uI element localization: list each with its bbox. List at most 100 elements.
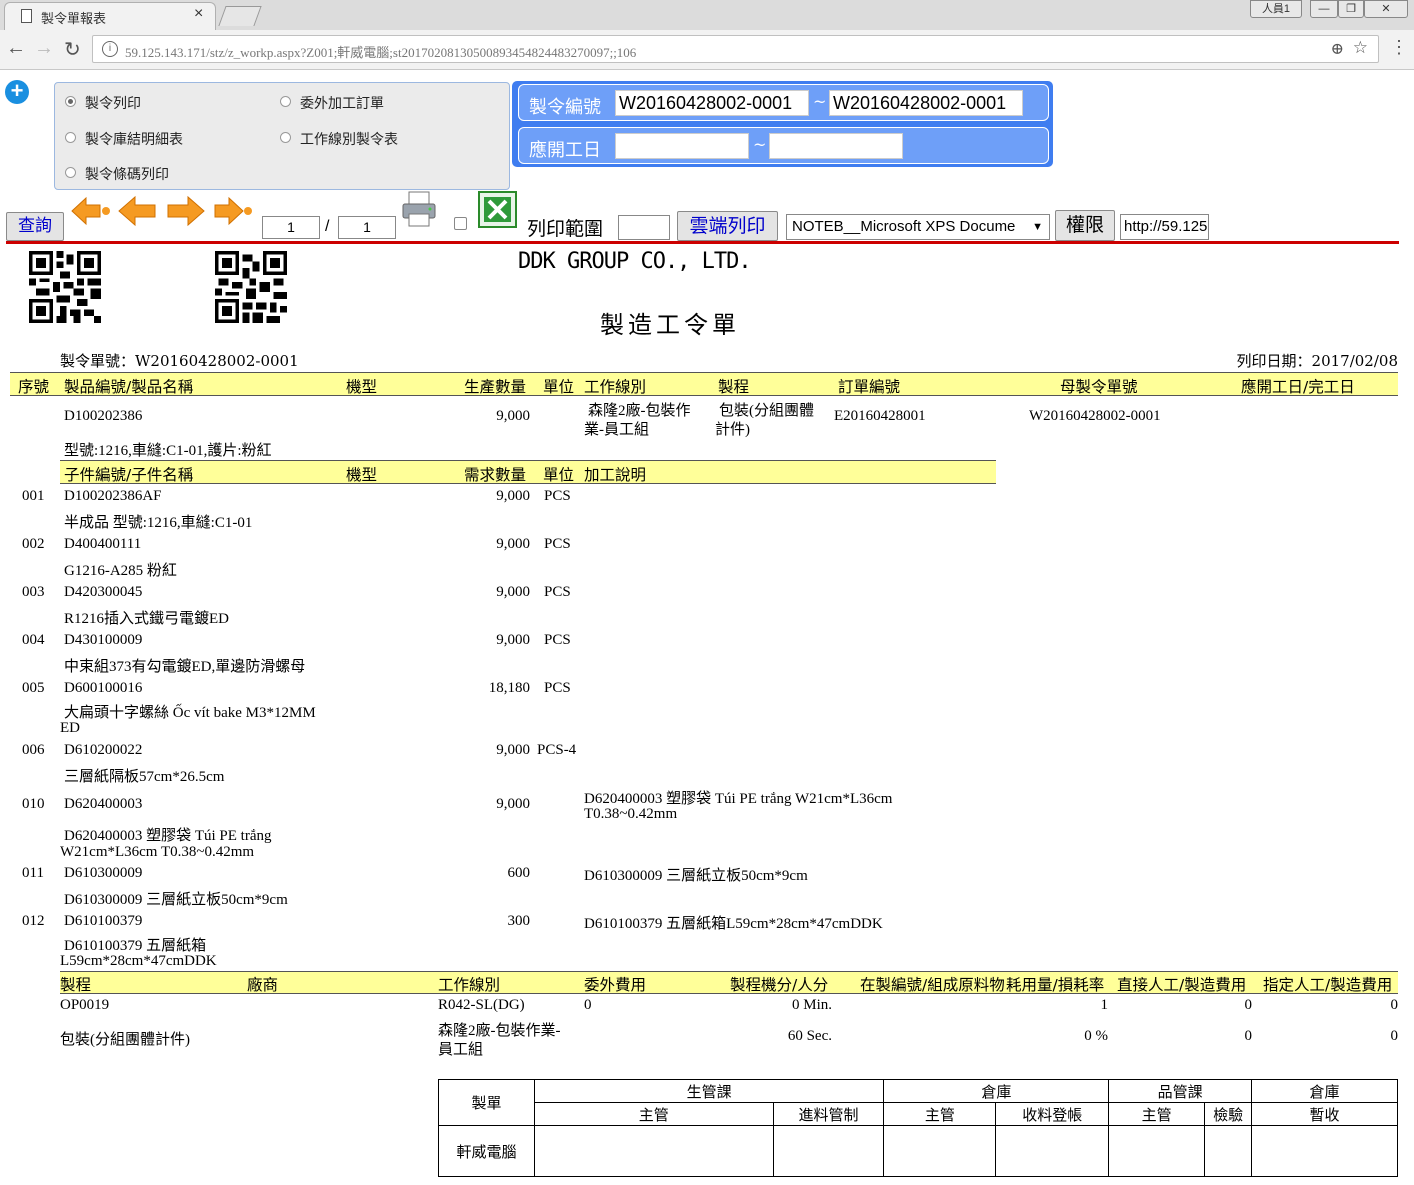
comp-name: D610100379 五層紙箱 — [64, 938, 207, 954]
comp-qty: 9,000 — [496, 536, 530, 552]
col-header: 工作線別 — [438, 976, 501, 994]
expand-plus-icon[interactable]: + — [5, 80, 29, 104]
start-date-to-input[interactable] — [769, 133, 903, 159]
window-close-icon[interactable]: ✕ — [1364, 0, 1408, 18]
info-icon[interactable]: i — [102, 41, 118, 57]
next-page-icon[interactable] — [164, 195, 206, 227]
comp-seq: 003 — [22, 584, 45, 600]
product-parent-no: W20160428002-0001 — [1029, 408, 1161, 424]
radio-option[interactable]: 製令條碼列印 — [65, 164, 169, 184]
col-header: 應開工日/完工日 — [1241, 378, 1355, 396]
tab-close-icon[interactable]: × — [194, 5, 203, 23]
minimize-icon[interactable]: — — [1310, 0, 1338, 18]
zoom-icon[interactable]: ⊕ — [1331, 39, 1344, 58]
prod-dept-header: 生管課 — [533, 1079, 885, 1103]
prev-page-icon[interactable] — [117, 195, 159, 227]
print-range-label: 列印範圍 — [527, 218, 604, 240]
supervisor-header: 主管 — [1108, 1102, 1206, 1126]
user-badge[interactable]: 人員1 — [1250, 0, 1302, 18]
reload-icon[interactable]: ↻ — [64, 37, 81, 62]
radio-icon[interactable] — [65, 132, 76, 143]
page-total-input[interactable]: 1 — [338, 216, 396, 239]
start-date-from-input[interactable] — [615, 133, 749, 159]
report-title: 製造工令單 — [600, 311, 740, 339]
printer-icon[interactable] — [400, 190, 438, 230]
printer-select[interactable]: NOTEB__Microsoft XPS Docume ▼ — [786, 214, 1050, 240]
comp-unit: PCS — [544, 536, 571, 552]
printer-select-value: NOTEB__Microsoft XPS Docume — [792, 218, 1016, 235]
col-header: 需求數量 — [464, 466, 527, 484]
qr-code-icon — [29, 251, 101, 323]
radio-option[interactable]: 委外加工訂單 — [280, 93, 384, 113]
new-tab-button[interactable] — [218, 6, 262, 26]
radio-option[interactable]: 製令列印 — [65, 93, 141, 113]
comp-unit: PCS — [544, 584, 571, 600]
proc-line-name: 森隆2廠-包裝作業- — [438, 1023, 561, 1039]
proc-line-name-cont: 員工組 — [438, 1042, 484, 1058]
material-control-header: 進料管制 — [772, 1102, 885, 1126]
comp-unit: PCS — [544, 632, 571, 648]
comp-qty: 600 — [507, 865, 531, 881]
signature-cell — [1204, 1125, 1253, 1177]
forward-icon[interactable]: → — [34, 37, 54, 60]
comp-code: D100202386AF — [64, 488, 162, 504]
address-bar-row: ← → ↻ i 59.125.143.171/stz/z_workp.aspx?… — [0, 30, 1414, 70]
product-qty: 9,000 — [496, 408, 530, 424]
comp-name: 大扁頭十字螺絲 Ốc vít bake M3*12MM — [64, 705, 316, 721]
signature-cell — [995, 1125, 1110, 1177]
page-current-input[interactable]: 1 — [262, 216, 320, 239]
comp-name: 中束組373有勾電鍍ED,單邊防滑螺母 — [64, 659, 306, 675]
print-range-input[interactable] — [618, 215, 670, 240]
radio-option[interactable]: 製令庫結明細表 — [65, 129, 183, 149]
comp-name-cont: ED — [60, 720, 80, 736]
cloud-print-button[interactable]: 雲端列印 — [677, 211, 778, 241]
inspection-header: 檢驗 — [1204, 1102, 1253, 1126]
browser-tab-strip: 製令單報表 × 人員1 — ❐ ✕ — [0, 0, 1414, 30]
url-field[interactable]: i 59.125.143.171/stz/z_workp.aspx?Z001;軒… — [92, 35, 1379, 63]
component-table-header: 子件編號/子件名稱 機型 需求數量 單位 加工說明 — [60, 460, 996, 484]
restore-icon[interactable]: ❐ — [1338, 0, 1364, 18]
proc-name: 包裝(分組團體計件) — [60, 1032, 190, 1048]
qc-dept-header: 品管課 — [1108, 1079, 1253, 1103]
comp-qty: 9,000 — [496, 742, 530, 758]
company-name: DDK GROUP CO., LTD. — [518, 249, 752, 274]
url-display-input[interactable]: http://59.125 — [1120, 214, 1209, 240]
comp-note: D610100379 五層紙箱L59cm*28cm*47cmDDK — [584, 916, 883, 932]
radio-icon[interactable] — [280, 96, 291, 107]
export-checkbox[interactable] — [454, 217, 467, 230]
radio-icon[interactable] — [280, 132, 291, 143]
browser-tab[interactable]: 製令單報表 × — [4, 2, 216, 30]
permission-button[interactable]: 權限 — [1055, 210, 1115, 241]
last-page-icon[interactable] — [211, 195, 253, 227]
order-no-from-input[interactable]: W20160428002-0001 — [615, 90, 809, 116]
col-header: 製程機分/人分 — [730, 976, 829, 994]
start-date-filter-row: 應開工日 ~ — [518, 127, 1049, 164]
order-no-to-input[interactable]: W20160428002-0001 — [829, 90, 1023, 116]
proc-usage: 1 — [1100, 997, 1109, 1013]
col-header: 加工說明 — [584, 466, 647, 484]
comp-unit: PCS — [544, 680, 571, 696]
signature-cell — [1108, 1125, 1206, 1177]
signature-cell — [1251, 1125, 1398, 1177]
bookmark-star-icon[interactable]: ☆ — [1353, 38, 1368, 58]
proc-loss-rate: 0 % — [1084, 1028, 1108, 1044]
comp-code: D430100009 — [64, 632, 143, 648]
back-icon[interactable]: ← — [6, 37, 26, 60]
excel-icon[interactable] — [478, 191, 518, 229]
comp-seq: 001 — [22, 488, 45, 504]
first-page-icon[interactable] — [70, 195, 112, 227]
radio-icon[interactable] — [65, 167, 76, 178]
comp-qty: 18,180 — [488, 680, 530, 696]
comp-code: D420300045 — [64, 584, 143, 600]
col-header: 耗用量/損耗率 — [1006, 976, 1105, 994]
comp-code: D610300009 — [64, 865, 143, 881]
comp-name: 三層紙隔板57cm*26.5cm — [64, 769, 225, 785]
process-table-header: 製程 廠商 工作線別 委外費用 製程機分/人分 在製編號/組成原料物 耗用量/損… — [60, 971, 1398, 994]
comp-note: D610300009 三層紙立板50cm*9cm — [584, 868, 808, 884]
menu-dots-icon[interactable]: ⋮ — [1390, 37, 1408, 58]
radio-option[interactable]: 工作線別製令表 — [280, 129, 398, 149]
query-button[interactable]: 查詢 — [6, 212, 64, 241]
comp-qty: 9,000 — [496, 584, 530, 600]
signature-cell — [533, 1125, 774, 1177]
radio-selected-icon[interactable] — [65, 96, 76, 107]
